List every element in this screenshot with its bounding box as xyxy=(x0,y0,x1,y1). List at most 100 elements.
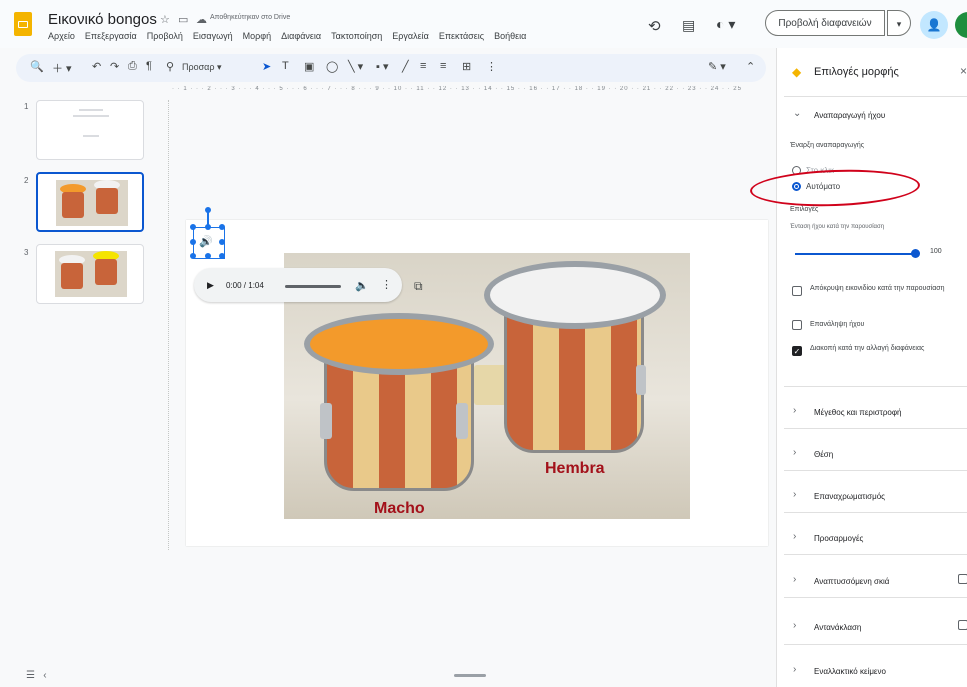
chevron-down-icon[interactable]: ⌄ xyxy=(793,108,801,119)
checkbox-drop-shadow[interactable] xyxy=(958,574,967,584)
comment-add-icon[interactable]: ⊞ xyxy=(462,60,471,73)
hembra-drum-body xyxy=(504,313,644,453)
chevron-right-icon[interactable]: › xyxy=(793,405,796,416)
section-size-rotation[interactable]: Μέγεθος και περιστροφή xyxy=(814,408,901,417)
tension-lug xyxy=(636,365,646,395)
divider xyxy=(784,554,967,555)
checkbox-loop[interactable] xyxy=(792,320,802,330)
options-label: Επιλογές xyxy=(790,206,819,213)
slideshow-button[interactable]: Προβολή διαφανειών xyxy=(765,10,885,36)
section-audio-playback[interactable]: Αναπαραγωγή ήχου xyxy=(814,111,885,120)
loop-label[interactable]: Επανάληψη ήχου xyxy=(810,321,864,328)
version-history-icon[interactable]: ⟲ xyxy=(648,17,661,35)
format-icon[interactable]: ≡ xyxy=(440,60,446,72)
menu-file[interactable]: Αρχείο xyxy=(48,31,75,41)
checkbox-hide-icon[interactable] xyxy=(792,286,802,296)
hide-icon-label[interactable]: Απόκρυψη εικονιδίου κατά την παρουσίαση xyxy=(810,284,960,293)
comments-icon[interactable]: ▤ xyxy=(682,17,695,34)
print-icon[interactable]: ⎙ xyxy=(128,60,137,73)
slide-thumbnail-2[interactable] xyxy=(36,172,144,232)
stop-on-change-label[interactable]: Διακοπή κατά την αλλαγή διαφάνειας xyxy=(810,344,950,353)
camera-icon[interactable]: ◐ ▾ xyxy=(716,16,735,33)
chevron-right-icon[interactable]: › xyxy=(793,664,796,675)
section-drop-shadow[interactable]: Αναπτυσσόμενη σκιά xyxy=(814,577,889,586)
section-position[interactable]: Θέση xyxy=(814,450,833,459)
menu-help[interactable]: Βοήθεια xyxy=(494,31,526,41)
checkbox-reflection[interactable] xyxy=(958,620,967,630)
resize-handle[interactable] xyxy=(205,253,211,259)
shape-icon[interactable]: ◯ xyxy=(326,60,338,73)
menu-extensions[interactable]: Επεκτάσεις xyxy=(439,31,484,41)
chevron-right-icon[interactable]: › xyxy=(793,620,796,631)
zoom-icon[interactable]: ⚲ xyxy=(166,60,174,73)
hembra-drum-head xyxy=(484,261,666,329)
collapse-toolbar-icon[interactable]: ⌃ xyxy=(746,60,755,73)
slide-thumbnail-3[interactable] xyxy=(36,244,144,304)
line-icon[interactable]: ╲ ▾ xyxy=(348,60,363,73)
resize-handle[interactable] xyxy=(219,224,225,230)
speaker-icon[interactable]: 🔊 xyxy=(199,235,213,248)
text-box-icon[interactable]: T xyxy=(282,60,289,72)
resize-handle[interactable] xyxy=(219,253,225,259)
menu-arrange[interactable]: Τακτοποίηση xyxy=(331,31,382,41)
close-panel-icon[interactable]: × xyxy=(960,64,967,78)
menu-edit[interactable]: Επεξεργασία xyxy=(85,31,137,41)
more-icon[interactable]: ⋮ xyxy=(486,60,497,73)
chevron-right-icon[interactable]: › xyxy=(793,447,796,458)
star-icon[interactable]: ☆ xyxy=(160,13,170,26)
chevron-right-icon[interactable]: › xyxy=(793,489,796,500)
grid-view-icon[interactable]: ☰ ‹ xyxy=(26,670,47,681)
border-weight-icon[interactable]: ╱ xyxy=(402,60,409,73)
vertical-ruler[interactable] xyxy=(158,100,169,550)
document-title[interactable]: Εικονικό bongos xyxy=(48,11,157,28)
divider xyxy=(784,428,967,429)
open-in-new-icon[interactable]: ⧉ xyxy=(414,279,423,294)
new-slide-icon[interactable]: ＋ ▾ xyxy=(52,60,72,76)
search-menus-icon[interactable]: 🔍 xyxy=(30,60,44,73)
slide-thumbnail-1[interactable] xyxy=(36,100,144,160)
checkbox-stop-on-slide-change[interactable]: ✓ xyxy=(792,346,802,356)
section-adjustments[interactable]: Προσαρμογές xyxy=(814,534,863,543)
horizontal-ruler[interactable]: · · 1 · · · 2 · · · 3 · · · 4 · · · 5 · … xyxy=(172,86,768,100)
border-color-icon[interactable]: ▪ ▾ xyxy=(376,60,388,73)
resize-handle[interactable] xyxy=(219,239,225,245)
play-icon[interactable]: ▶ xyxy=(207,280,214,291)
redo-icon[interactable]: ↷ xyxy=(110,60,119,73)
menu-view[interactable]: Προβολή xyxy=(147,31,183,41)
menu-insert[interactable]: Εισαγωγή xyxy=(193,31,233,41)
tension-lug xyxy=(320,403,332,439)
rotate-handle[interactable] xyxy=(205,207,211,213)
image-icon[interactable]: ▣ xyxy=(304,60,314,73)
volume-value[interactable]: 100 xyxy=(930,248,942,255)
undo-icon[interactable]: ↶ xyxy=(92,60,101,73)
chevron-right-icon[interactable]: › xyxy=(793,531,796,542)
volume-icon[interactable]: 🔈 xyxy=(355,279,369,292)
move-folder-icon[interactable]: ▭ xyxy=(178,13,188,26)
speaker-notes-handle[interactable] xyxy=(454,674,486,677)
slide-number: 3 xyxy=(24,248,29,257)
slides-logo-icon[interactable] xyxy=(14,12,32,36)
resize-handle[interactable] xyxy=(190,224,196,230)
more-vert-icon[interactable]: ⋮ xyxy=(381,278,392,291)
select-cursor-icon[interactable]: ➤ xyxy=(262,60,271,73)
border-dash-icon[interactable]: ≡ xyxy=(420,60,426,72)
section-alt-text[interactable]: Εναλλακτικό κείμενο xyxy=(814,667,886,676)
menu-tools[interactable]: Εργαλεία xyxy=(392,31,429,41)
chevron-right-icon[interactable]: › xyxy=(793,574,796,585)
section-reflection[interactable]: Αντανάκλαση xyxy=(814,623,861,632)
macho-label: Macho xyxy=(374,500,425,517)
divider xyxy=(784,470,967,471)
volume-slider-thumb[interactable] xyxy=(911,249,920,258)
audio-progress-bar[interactable] xyxy=(285,285,341,288)
pen-tool-icon[interactable]: ✎ ▾ xyxy=(708,60,726,73)
menu-format[interactable]: Μορφή xyxy=(243,31,271,41)
resize-handle[interactable] xyxy=(190,253,196,259)
section-recolor[interactable]: Επαναχρωματισμός xyxy=(814,492,885,501)
zoom-select[interactable]: Προσαρ ▾ xyxy=(182,62,222,73)
share-icon[interactable]: 👤 xyxy=(920,11,948,39)
menu-slide[interactable]: Διαφάνεια xyxy=(281,31,321,41)
paint-format-icon[interactable]: ¶ xyxy=(146,60,152,72)
resize-handle[interactable] xyxy=(190,239,196,245)
volume-slider-track[interactable] xyxy=(795,253,915,255)
slide-number: 1 xyxy=(24,102,29,111)
